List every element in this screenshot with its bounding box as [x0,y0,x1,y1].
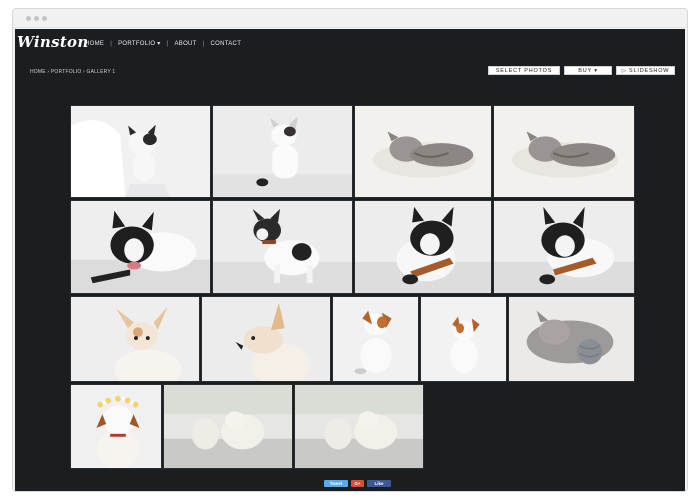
share-bar: Tweet G+ Like [324,480,391,487]
cat-photo-icon [213,106,352,197]
website: Winston HOME | PORTFOLIO ▾ | ABOUT | CON… [15,29,685,491]
buy-button[interactable]: BUY ▾ [564,66,612,75]
dog-photo-icon [333,297,418,381]
dog-photo-icon [71,201,210,293]
gallery-photo[interactable] [332,296,419,382]
gallery-photo[interactable] [354,105,492,198]
nav-home[interactable]: HOME [85,41,104,47]
gallery-photo[interactable] [70,296,200,382]
window-dot-icon[interactable] [26,16,31,21]
dog-photo-icon [213,201,352,293]
gallery-photo[interactable] [212,105,353,198]
gallery-photo[interactable] [212,200,353,294]
facebook-like-button[interactable]: Like [367,480,391,487]
gallery-photo[interactable] [70,105,211,198]
main-nav: HOME | PORTFOLIO ▾ | ABOUT | CONTACT [85,40,242,48]
dog-photo-icon [202,297,330,381]
dog-photo-icon [355,201,491,293]
gallery-photo[interactable] [294,384,424,469]
dog-photo-icon [494,201,634,293]
slideshow-button[interactable]: ▷ SLIDESHOW [616,66,675,75]
nav-about[interactable]: ABOUT [174,41,196,47]
window-dot-icon[interactable] [34,16,39,21]
cat-photo-icon [494,106,634,197]
nav-separator: | [166,40,169,47]
dog-photo-icon [71,297,199,381]
select-photos-button[interactable]: SELECT PHOTOS [488,66,560,75]
cat-photo-icon [71,106,210,197]
browser-toolbar [13,9,687,28]
dog-photo-icon [71,385,161,468]
gallery-photo[interactable] [201,296,331,382]
site-logo[interactable]: Winston [17,33,89,51]
nav-contact[interactable]: CONTACT [211,41,242,47]
gallery-photo[interactable] [493,200,635,294]
nav-separator: | [110,40,113,47]
cat-photo-icon [509,297,634,381]
breadcrumb[interactable]: HOME › PORTFOLIO › GALLERY 1 [30,69,115,75]
dog-photo-icon [164,385,292,468]
window-dot-icon[interactable] [42,16,47,21]
nav-portfolio[interactable]: PORTFOLIO ▾ [118,40,161,47]
google-plus-button[interactable]: G+ [351,480,364,487]
gallery-photo[interactable] [493,105,635,198]
gallery-photo[interactable] [354,200,492,294]
gallery-photo[interactable] [508,296,635,382]
tweet-button[interactable]: Tweet [324,480,348,487]
dog-photo-icon [295,385,423,468]
cat-photo-icon [355,106,491,197]
dog-photo-icon [421,297,506,381]
browser-window: Winston HOME | PORTFOLIO ▾ | ABOUT | CON… [12,8,688,492]
gallery-photo[interactable] [70,384,162,469]
gallery-photo[interactable] [420,296,507,382]
nav-separator: | [202,40,205,47]
gallery-photo[interactable] [163,384,293,469]
gallery-photo[interactable] [70,200,211,294]
